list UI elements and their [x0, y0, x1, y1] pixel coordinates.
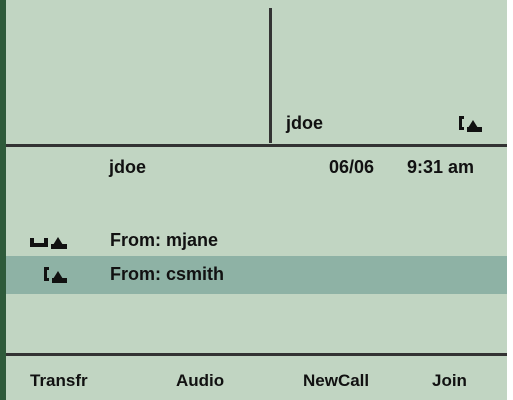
header-divider	[6, 144, 507, 147]
line-identity-user: jdoe	[286, 113, 324, 133]
phone-offhook-icon	[43, 264, 69, 284]
status-time: 9:31 am	[407, 157, 475, 177]
softkey-divider	[6, 353, 507, 356]
call-row-mjane[interactable]: From: mjane	[6, 222, 507, 260]
call-label: From: csmith	[110, 264, 225, 284]
phone-display: jdoe jdoe 06/06 9:31 am From: mjane From…	[0, 0, 507, 400]
softkey-transfer[interactable]: Transfr	[30, 370, 88, 392]
status-user: jdoe	[109, 157, 147, 177]
call-label: From: mjane	[110, 230, 219, 250]
status-date: 06/06	[329, 157, 375, 177]
phone-onhook-icon	[29, 231, 69, 251]
softkey-join[interactable]: Join	[432, 370, 467, 392]
softkey-audio[interactable]: Audio	[176, 370, 224, 392]
phone-offhook-icon	[458, 113, 484, 133]
call-row-csmith[interactable]: From: csmith	[6, 256, 507, 294]
vertical-divider	[269, 8, 272, 143]
softkey-newcall[interactable]: NewCall	[303, 370, 369, 392]
